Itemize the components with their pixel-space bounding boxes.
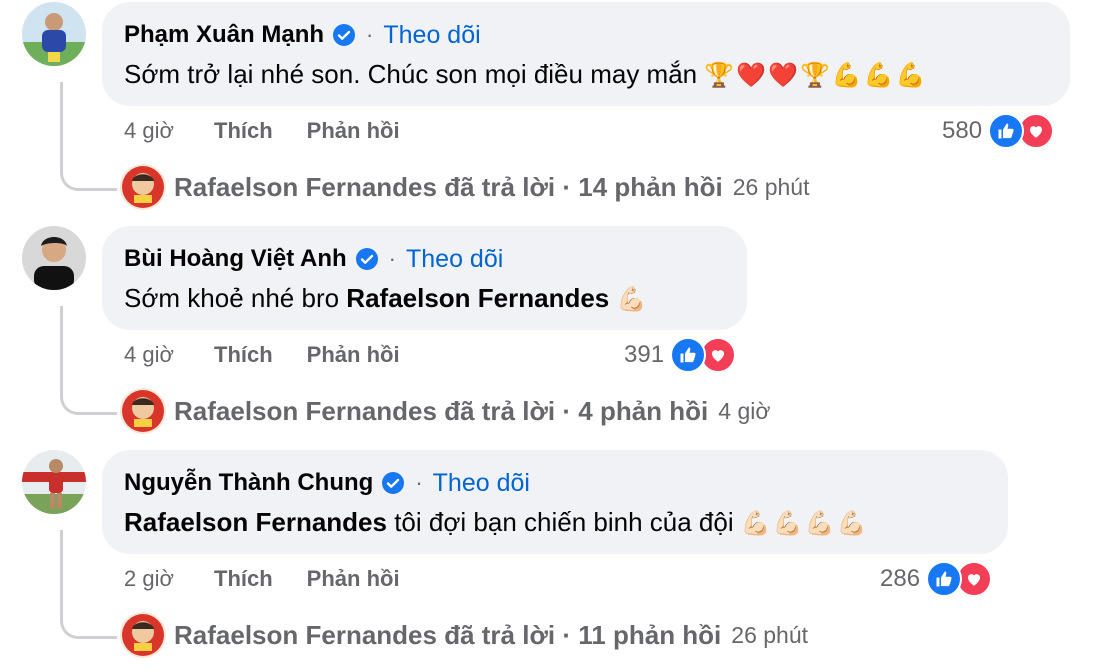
avatar[interactable] <box>22 226 86 290</box>
comment-text: Sớm khoẻ nhé bro Rafaelson Fernandes 💪🏻 <box>124 280 725 318</box>
separator-dot: · <box>415 470 423 495</box>
like-button[interactable]: Thích <box>214 566 273 592</box>
thread-connector <box>60 306 117 415</box>
like-button[interactable]: Thích <box>214 342 273 368</box>
reply-button[interactable]: Phản hồi <box>307 342 400 368</box>
mention-link[interactable]: Rafaelson Fernandes <box>346 283 609 313</box>
verified-badge-icon <box>332 23 356 47</box>
reply-button[interactable]: Phản hồi <box>307 566 400 592</box>
comment-bubble: Bùi Hoàng Việt Anh · Theo dõi Sớm khoẻ n… <box>102 226 747 330</box>
thread-connector <box>60 82 117 191</box>
reaction-summary[interactable]: 580 <box>942 113 1055 149</box>
reply-summary[interactable]: Rafaelson Fernandes đã trả lời · 14 phản… <box>174 172 723 203</box>
comment-bubble: Nguyễn Thành Chung · Theo dõi Rafaelson … <box>102 450 1008 554</box>
emoji-string: 💪🏻💪🏻💪🏻💪🏻 <box>740 510 869 537</box>
comment-body: tôi đợi bạn chiến binh của đội <box>386 507 741 537</box>
comment-time[interactable]: 2 giờ <box>124 566 214 592</box>
reaction-count: 391 <box>624 341 665 368</box>
mention-link[interactable]: Rafaelson Fernandes <box>124 507 387 537</box>
reply-avatar <box>120 164 166 210</box>
separator-dot: · <box>366 22 374 47</box>
avatar[interactable] <box>22 450 86 514</box>
comment-author[interactable]: Bùi Hoàng Việt Anh <box>124 245 347 273</box>
comment-body: Sớm trở lại nhé son. Chúc son mọi điều m… <box>124 59 705 89</box>
reply-button[interactable]: Phản hồi <box>307 118 400 144</box>
separator-dot: · <box>388 246 396 271</box>
reply-time: 26 phút <box>731 621 809 648</box>
reaction-count: 580 <box>942 117 983 144</box>
reply-time: 4 giờ <box>718 397 771 424</box>
follow-button[interactable]: Theo dõi <box>433 469 530 498</box>
like-reaction-icon <box>926 561 963 597</box>
verified-badge-icon <box>355 247 379 271</box>
comment-text: Rafaelson Fernandes tôi đợi bạn chiến bi… <box>124 504 986 542</box>
reply-avatar <box>120 388 166 434</box>
emoji-string: 🏆❤️❤️🏆💪💪💪 <box>704 62 928 89</box>
follow-button[interactable]: Theo dõi <box>406 245 503 274</box>
comment-time[interactable]: 4 giờ <box>124 118 214 144</box>
thread-connector <box>60 530 117 639</box>
like-button[interactable]: Thích <box>214 118 273 144</box>
reaction-summary[interactable]: 286 <box>880 561 993 597</box>
comment-author[interactable]: Phạm Xuân Mạnh <box>124 21 324 49</box>
reply-summary-row[interactable]: Rafaelson Fernandes đã trả lời · 11 phản… <box>120 612 808 658</box>
follow-button[interactable]: Theo dõi <box>383 21 480 50</box>
reply-summary-row[interactable]: Rafaelson Fernandes đã trả lời · 14 phản… <box>120 164 809 210</box>
comment-actions: 4 giờ Thích Phản hồi <box>124 116 434 146</box>
reply-summary[interactable]: Rafaelson Fernandes đã trả lời · 4 phản … <box>174 396 708 427</box>
comment-author[interactable]: Nguyễn Thành Chung <box>124 469 373 497</box>
reply-avatar <box>120 612 166 658</box>
emoji-string: 💪🏻 <box>616 286 649 313</box>
comment-time[interactable]: 4 giờ <box>124 342 214 368</box>
comment-bubble: Phạm Xuân Mạnh · Theo dõi Sớm trở lại nh… <box>102 2 1070 106</box>
reply-summary[interactable]: Rafaelson Fernandes đã trả lời · 11 phản… <box>174 620 721 651</box>
reaction-summary[interactable]: 391 <box>624 337 737 373</box>
avatar[interactable] <box>22 2 86 66</box>
reaction-count: 286 <box>880 565 921 592</box>
like-reaction-icon <box>988 113 1025 149</box>
reply-summary-row[interactable]: Rafaelson Fernandes đã trả lời · 4 phản … <box>120 388 770 434</box>
comment-text: Sớm trở lại nhé son. Chúc son mọi điều m… <box>124 56 1048 94</box>
comment-actions: 4 giờ Thích Phản hồi <box>124 340 434 370</box>
comment-body: Sớm khoẻ nhé bro <box>124 283 347 313</box>
verified-badge-icon <box>381 471 405 495</box>
like-reaction-icon <box>670 337 707 373</box>
reply-time: 26 phút <box>732 173 810 200</box>
comment-actions: 2 giờ Thích Phản hồi <box>124 564 434 594</box>
